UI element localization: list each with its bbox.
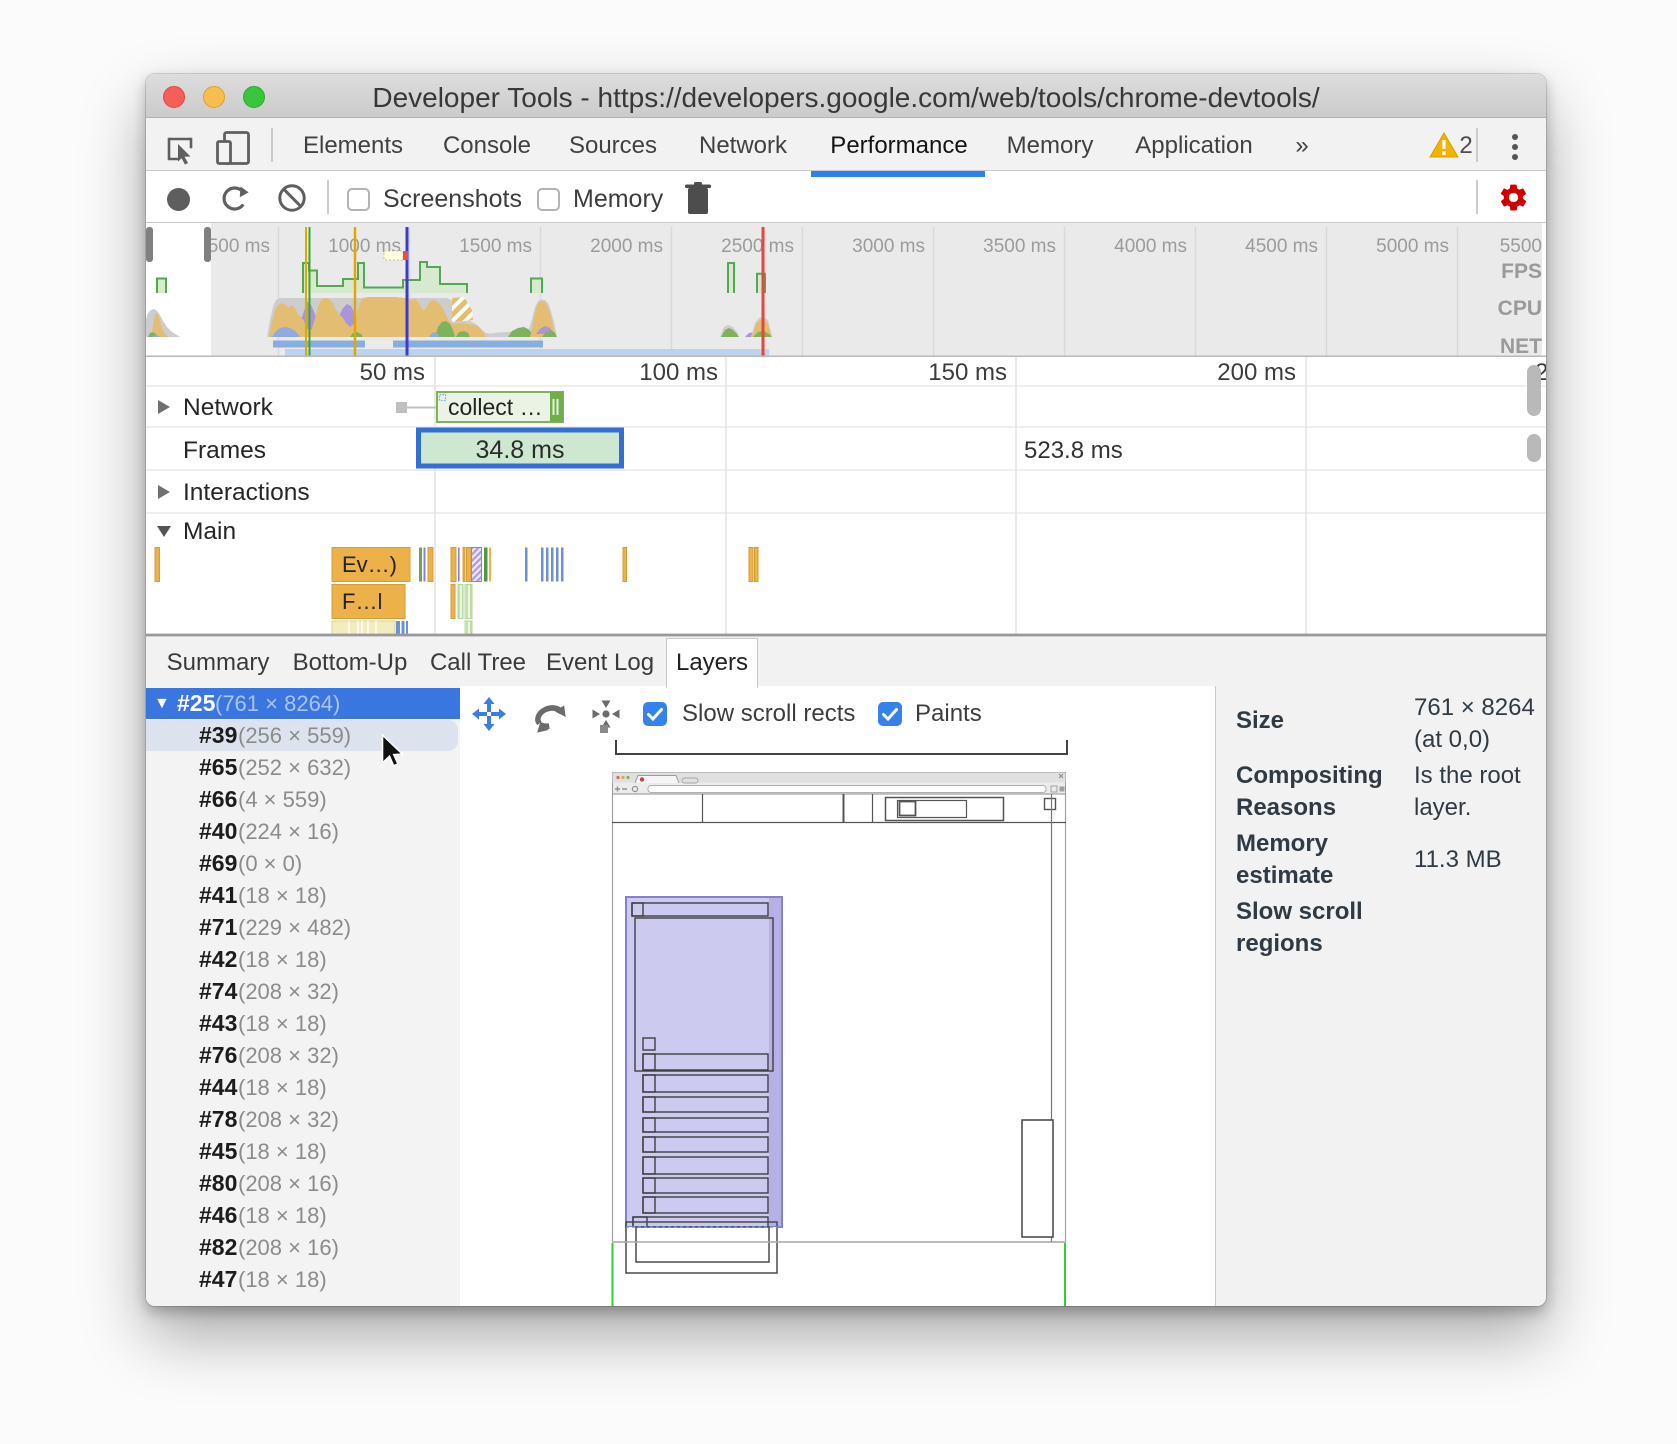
svg-text:Interactions: Interactions <box>183 479 310 506</box>
svg-text:34.8 ms: 34.8 ms <box>476 436 565 464</box>
svg-text:5000 ms: 5000 ms <box>1376 236 1449 257</box>
svg-text:2000 ms: 2000 ms <box>590 236 663 257</box>
svg-text:Network: Network <box>183 394 274 421</box>
svg-text:NET: NET <box>1500 335 1542 357</box>
svg-text:3500 ms: 3500 ms <box>983 236 1056 257</box>
svg-text:100 ms: 100 ms <box>639 359 718 386</box>
svg-text:CPU: CPU <box>1498 297 1542 320</box>
svg-text:2500 ms: 2500 ms <box>721 236 794 257</box>
svg-text:5500: 5500 <box>1500 236 1542 257</box>
svg-text:collect …: collect … <box>448 394 543 420</box>
svg-text:500 ms: 500 ms <box>208 236 270 257</box>
svg-text:F…l: F…l <box>342 589 382 614</box>
svg-text:Ev…): Ev…) <box>342 552 397 577</box>
svg-text:50 ms: 50 ms <box>360 359 425 386</box>
svg-text:200 ms: 200 ms <box>1217 359 1296 386</box>
svg-text:FPS: FPS <box>1501 260 1542 283</box>
svg-text:4500 ms: 4500 ms <box>1245 236 1318 257</box>
svg-text:523.8 ms: 523.8 ms <box>1024 437 1123 464</box>
svg-text:Frames: Frames <box>183 437 266 464</box>
svg-text:Main: Main <box>183 518 236 545</box>
svg-text:3000 ms: 3000 ms <box>852 236 925 257</box>
svg-text:1500 ms: 1500 ms <box>459 236 532 257</box>
svg-text:4000 ms: 4000 ms <box>1114 236 1187 257</box>
svg-text:150 ms: 150 ms <box>928 359 1007 386</box>
